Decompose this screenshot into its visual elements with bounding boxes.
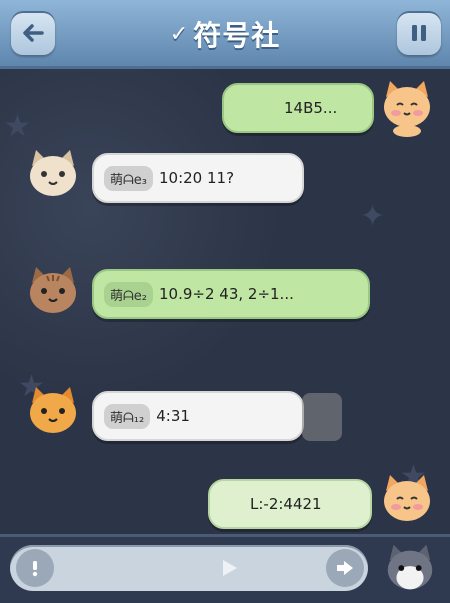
star-decoration-icon: ★ xyxy=(4,109,31,144)
title-text: 符号社 xyxy=(193,19,281,52)
input-bar xyxy=(0,534,450,603)
chat-bubble-incoming[interactable]: 萌ᗩe₃ 10:20 11? xyxy=(92,153,304,203)
message-text: 10:20 11? xyxy=(159,169,235,187)
logo-icon: ✓ xyxy=(169,21,190,47)
top-bar: ✓ 符号社 xyxy=(0,0,450,69)
chat-bubble-outgoing[interactable]: L:-2:4421 xyxy=(208,479,372,529)
back-button[interactable] xyxy=(11,11,55,55)
sender-tag: 萌ᗩe₃ xyxy=(104,165,153,191)
pause-button[interactable] xyxy=(397,11,441,55)
sticker-button[interactable] xyxy=(326,549,364,587)
send-button[interactable] xyxy=(210,549,248,587)
brown-tabby-cat-avatar xyxy=(30,267,76,313)
message-input[interactable] xyxy=(10,545,368,591)
message-text: 4:31 xyxy=(156,407,190,425)
orange-cat-avatar xyxy=(30,387,76,433)
star-decoration-icon: ✦ xyxy=(360,199,386,234)
page-title: ✓ 符号社 xyxy=(150,14,300,54)
sender-tag: 萌ᗩe₂ xyxy=(104,281,153,307)
cream-cat-avatar xyxy=(30,150,76,196)
message-text: 10.9÷2 43, 2÷1... xyxy=(159,285,294,303)
chat-bubble-incoming[interactable]: 萌ᗩe₂ 10.9÷2 43, 2÷1... xyxy=(92,269,370,319)
gray-white-cat-avatar[interactable] xyxy=(380,539,440,599)
sender-tag: 萌ᗩ₁₂ xyxy=(104,403,151,429)
orange-cat-blush-avatar xyxy=(384,475,430,521)
speaker-arrow-icon xyxy=(337,561,353,575)
info-icon xyxy=(32,561,38,577)
play-triangle-icon xyxy=(223,560,237,576)
chat-bubble-incoming[interactable]: 萌ᗩ₁₂ 4:31 xyxy=(92,391,304,441)
info-button[interactable] xyxy=(16,549,54,587)
chat-bubble-outgoing[interactable]: 14B5... xyxy=(222,83,374,133)
message-text: 14B5... xyxy=(284,99,338,117)
orange-cat-blush-avatar xyxy=(384,81,430,137)
message-text: L:-2:4421 xyxy=(250,495,322,513)
partial-bubble xyxy=(302,393,342,441)
back-arrow-icon xyxy=(23,24,44,42)
pause-icon xyxy=(412,25,426,41)
chat-area[interactable]: ★ ★ ★ ✦ 14B5... 萌ᗩe₃ 10:20 11? 萌ᗩe₂ 10.9… xyxy=(0,69,450,534)
